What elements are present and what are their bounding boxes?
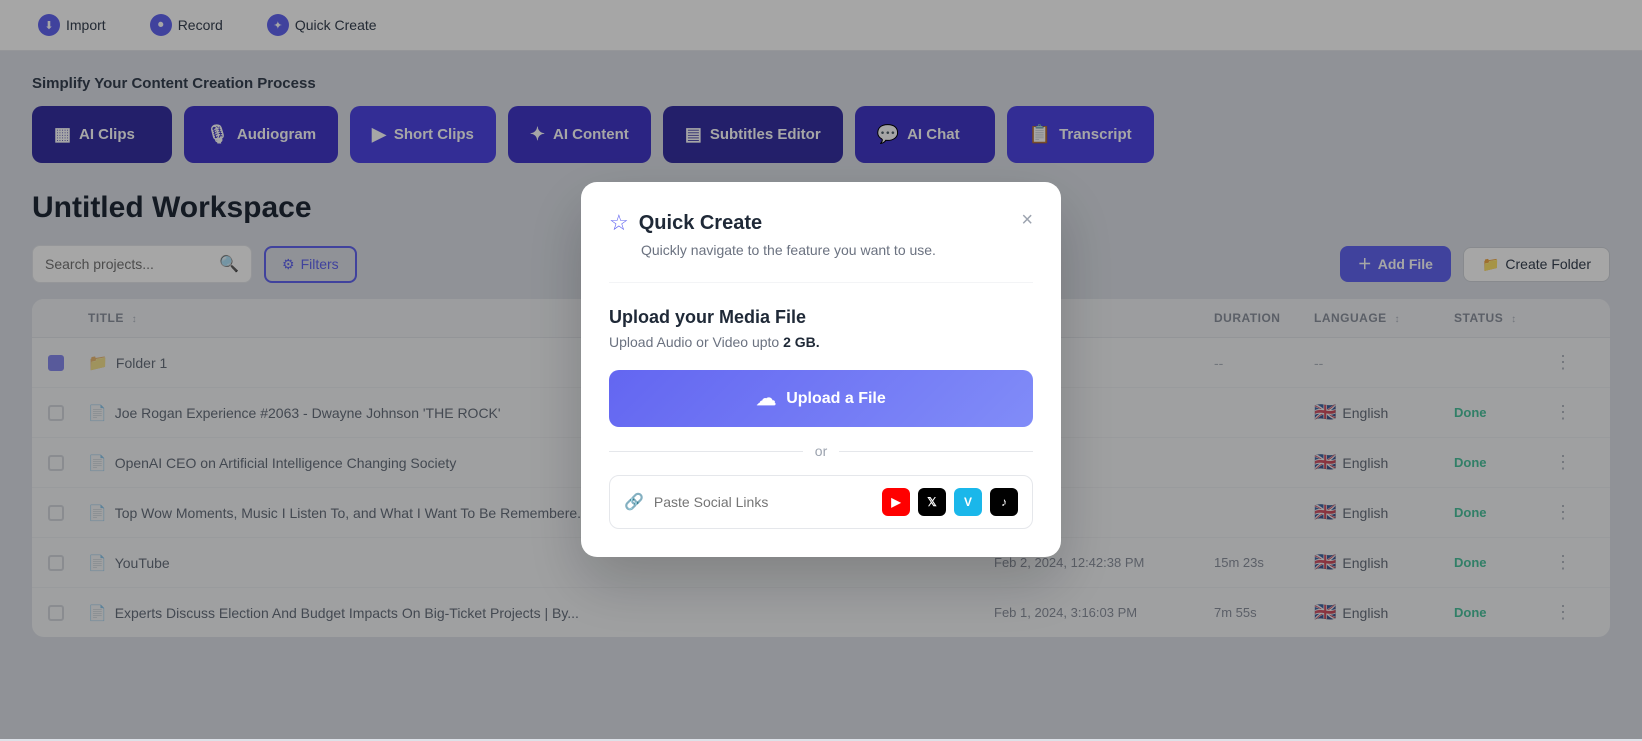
social-icons: ▶ 𝕏 V ♪ [882, 488, 1018, 516]
upload-section-subtitle: Upload Audio or Video upto 2 GB. [609, 334, 1033, 350]
star-icon: ☆ [609, 210, 629, 236]
modal-header: ☆ Quick Create × [609, 210, 1033, 236]
paste-social-input[interactable] [654, 494, 872, 510]
tiktok-icon[interactable]: ♪ [990, 488, 1018, 516]
modal-title: Quick Create [639, 212, 762, 235]
or-text: or [815, 443, 827, 459]
or-divider: or [609, 443, 1033, 459]
upload-btn-label: Upload a File [786, 390, 886, 408]
x-twitter-icon[interactable]: 𝕏 [918, 488, 946, 516]
modal-close-button[interactable]: × [1021, 210, 1033, 230]
paste-social-bar[interactable]: 🔗 ▶ 𝕏 V ♪ [609, 475, 1033, 529]
vimeo-icon[interactable]: V [954, 488, 982, 516]
modal-overlay[interactable]: ☆ Quick Create × Quickly navigate to the… [0, 0, 1642, 739]
link-icon: 🔗 [624, 492, 644, 512]
quick-create-modal: ☆ Quick Create × Quickly navigate to the… [581, 182, 1061, 557]
youtube-icon[interactable]: ▶ [882, 488, 910, 516]
or-line-left [609, 451, 803, 452]
modal-subtitle: Quickly navigate to the feature you want… [641, 242, 1033, 258]
modal-title-group: ☆ Quick Create [609, 210, 762, 236]
or-line-right [839, 451, 1033, 452]
upload-section-title: Upload your Media File [609, 307, 1033, 328]
upload-file-button[interactable]: ☁ Upload a File [609, 370, 1033, 427]
upload-icon: ☁ [756, 386, 776, 411]
modal-divider [609, 282, 1033, 283]
